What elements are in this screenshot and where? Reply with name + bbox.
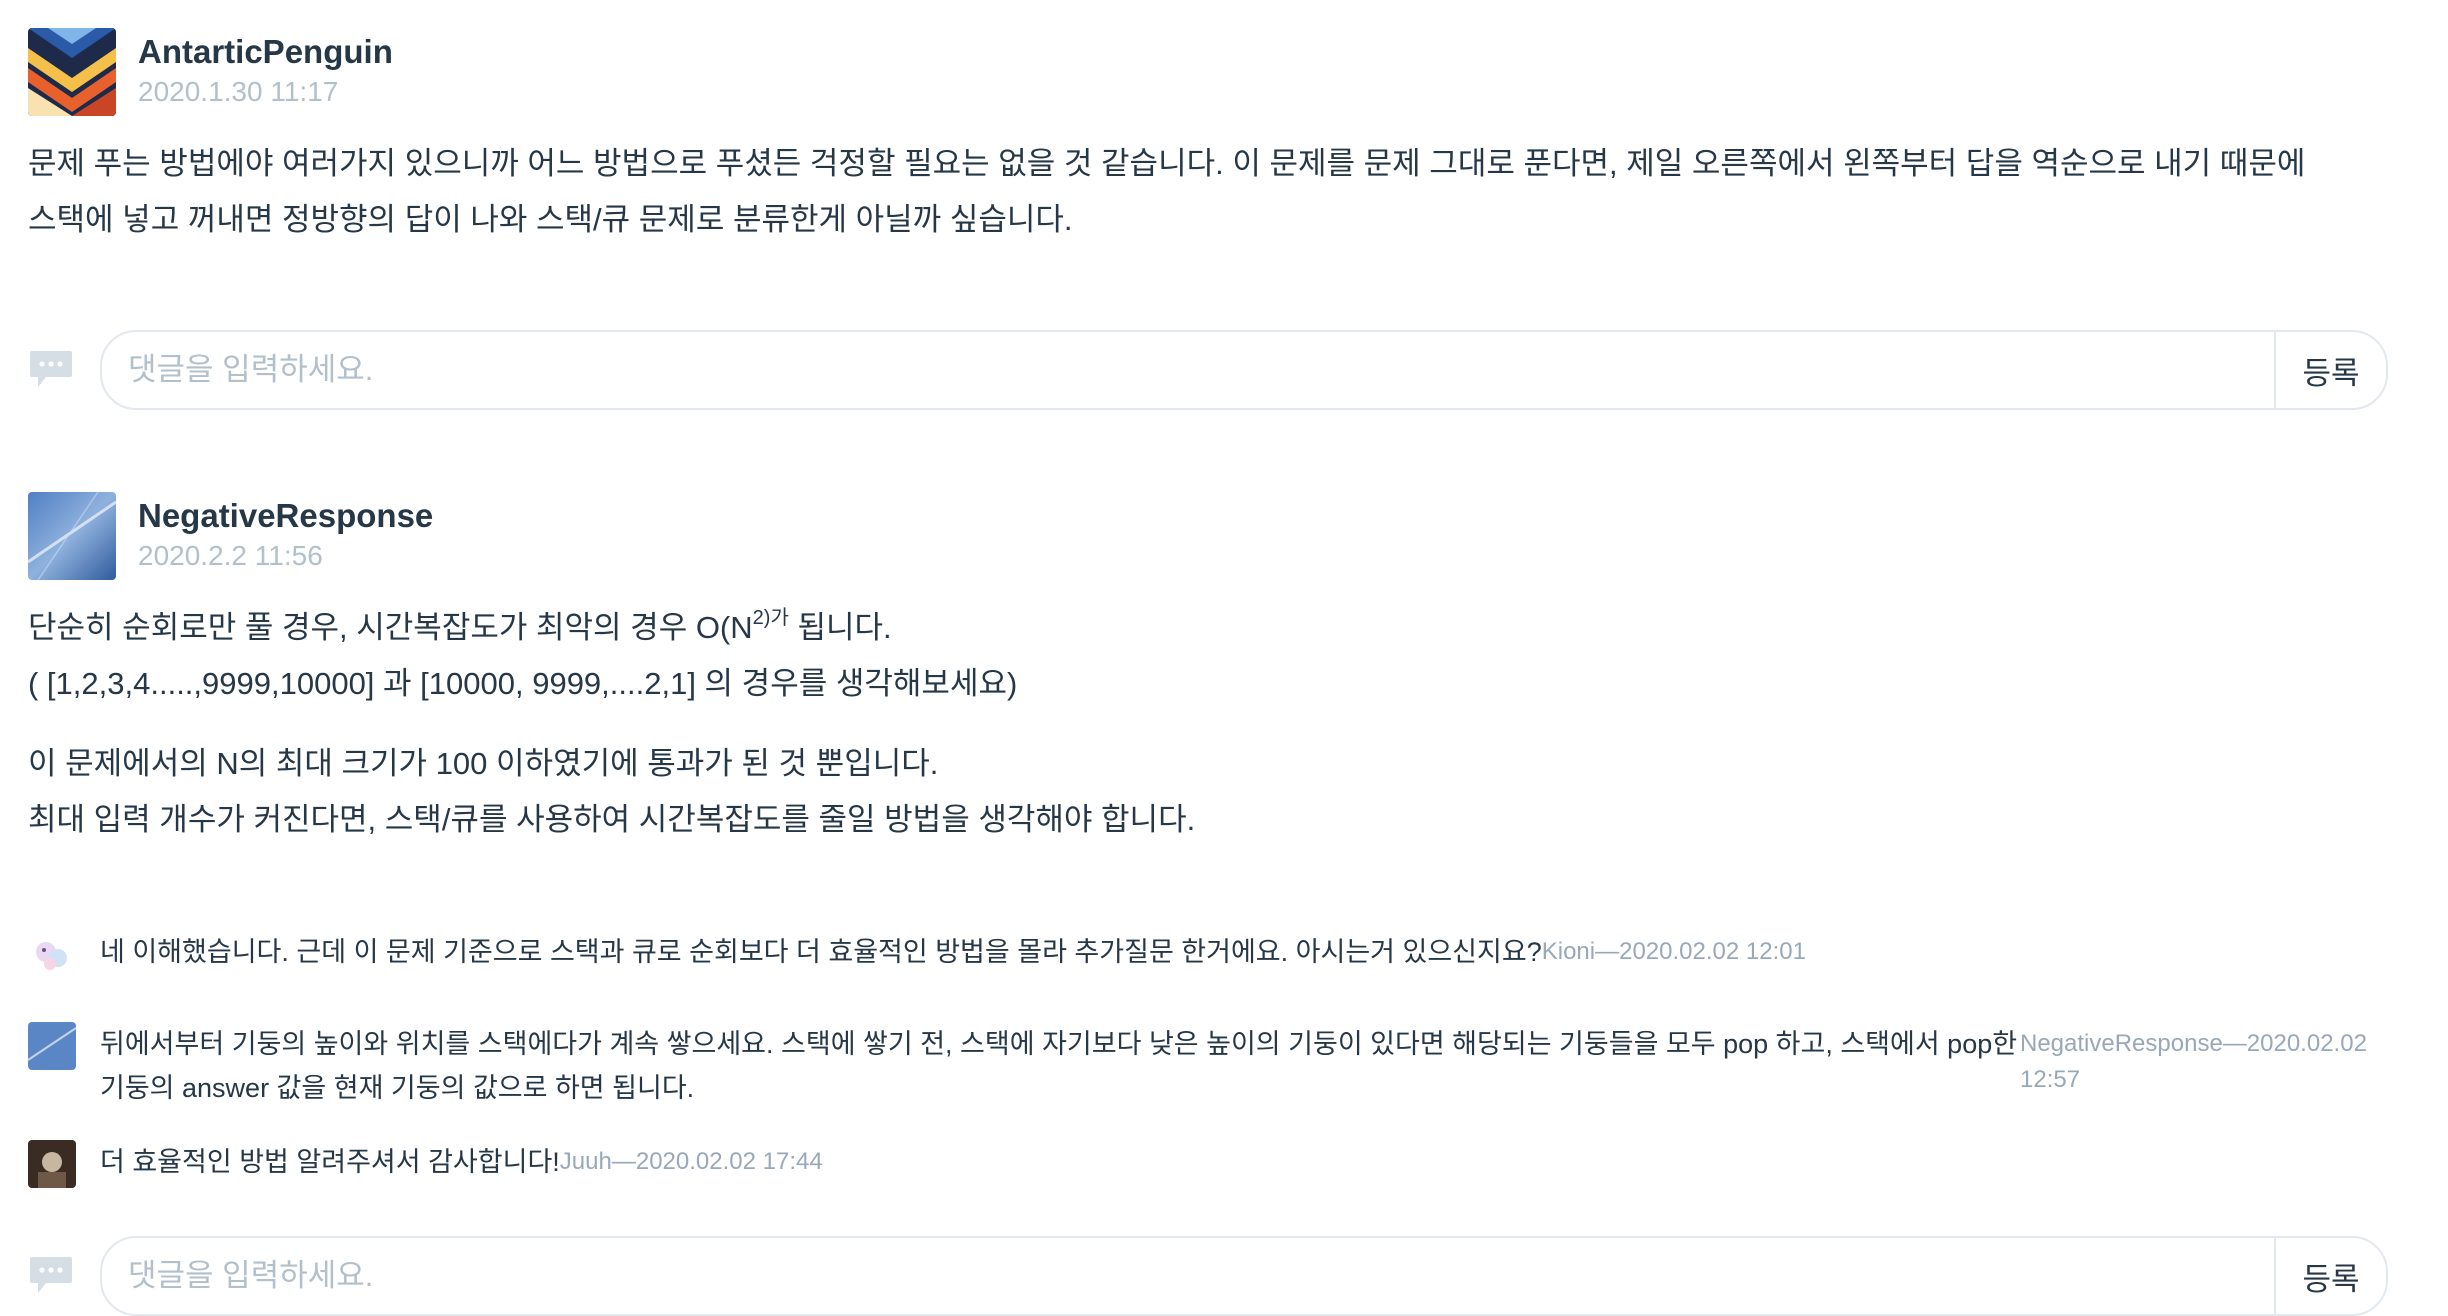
post-paragraph: ( [1,2,3,4.....,9999,10000] 과 [10000, 99… — [28, 666, 1018, 701]
comment-input-box: 등록 — [100, 1236, 2388, 1316]
post-paragraph: 문제 푸는 방법에야 여러가지 있으니까 어느 방법으로 푸셨든 걱정할 필요는… — [28, 146, 2306, 181]
comment-form: 등록 — [28, 1236, 2388, 1316]
comment-input[interactable] — [102, 352, 2274, 388]
reply-meta: Juuh—2020.02.02 17:44 — [559, 1148, 823, 1175]
post: NegativeResponse 2020.2.2 11:56 단순히 순회로만… — [28, 492, 2388, 848]
avatar[interactable] — [28, 492, 116, 580]
comment-input[interactable] — [102, 1258, 2274, 1294]
author-name[interactable]: NegativeResponse — [138, 494, 433, 538]
reply-meta: NegativeResponse—2020.02.02 12:57 — [2020, 1030, 2367, 1093]
post-paragraph: 스택에 넣고 꺼내면 정방향의 답이 나와 스택/큐 문제로 분류한게 아닐까 … — [28, 202, 1073, 237]
author-name[interactable]: AntarticPenguin — [138, 30, 393, 74]
reply-meta: Kioni—2020.02.02 12:01 — [1541, 938, 1806, 965]
post-paragraph: 최대 입력 개수가 커진다면, 스택/큐를 사용하여 시간복잡도를 줄일 방법을… — [28, 802, 1196, 837]
reply-item: 뒤에서부터 기둥의 높이와 위치를 스택에다가 계속 쌓으세요. 스택에 쌓기 … — [28, 1022, 2388, 1110]
avatar[interactable] — [28, 930, 76, 978]
comment-input-box: 등록 — [100, 330, 2388, 410]
post-date: 2020.2.2 11:56 — [138, 540, 323, 571]
avatar[interactable] — [28, 1022, 76, 1070]
reply-text: 뒤에서부터 기둥의 높이와 위치를 스택에다가 계속 쌓으세요. 스택에 쌓기 … — [100, 1029, 2018, 1103]
post-date: 2020.1.30 11:17 — [138, 76, 339, 107]
avatar[interactable] — [28, 1140, 76, 1188]
reply-text: 네 이해했습니다. 근데 이 문제 기준으로 스택과 큐로 순회보다 더 효율적… — [100, 937, 1542, 967]
reply-text: 더 효율적인 방법 알려주셔서 감사합니다! — [100, 1147, 560, 1177]
speech-bubble-icon — [28, 1255, 74, 1297]
post-body: 단순히 순회로만 풀 경우, 시간복잡도가 최악의 경우 O(N2)가 됩니다.… — [28, 600, 2388, 848]
text-segment: 됩니다. — [788, 610, 892, 645]
text-segment: 단순히 순회로만 풀 경우, 시간복잡도가 최악의 경우 O(N — [28, 610, 753, 645]
submit-comment-button[interactable]: 등록 — [2274, 1238, 2386, 1314]
post-body: 문제 푸는 방법에야 여러가지 있으니까 어느 방법으로 푸셨든 걱정할 필요는… — [28, 136, 2388, 248]
comment-form: 등록 — [28, 330, 2388, 410]
post: AntarticPenguin 2020.1.30 11:17 문제 푸는 방법… — [28, 28, 2388, 248]
avatar[interactable] — [28, 28, 116, 116]
submit-comment-button[interactable]: 등록 — [2274, 332, 2386, 408]
reply-list: 네 이해했습니다. 근데 이 문제 기준으로 스택과 큐로 순회보다 더 효율적… — [28, 930, 2388, 1188]
post-header: NegativeResponse 2020.2.2 11:56 — [28, 492, 2388, 580]
superscript: 2)가 — [752, 607, 789, 629]
post-header: AntarticPenguin 2020.1.30 11:17 — [28, 28, 2388, 116]
reply-item: 더 효율적인 방법 알려주셔서 감사합니다! Juuh—2020.02.02 1… — [28, 1140, 2388, 1188]
reply-item: 네 이해했습니다. 근데 이 문제 기준으로 스택과 큐로 순회보다 더 효율적… — [28, 930, 2388, 978]
post-paragraph: 이 문제에서의 N의 최대 크기가 100 이하였기에 통과가 된 것 뿐입니다… — [28, 746, 939, 781]
post-paragraph: 단순히 순회로만 풀 경우, 시간복잡도가 최악의 경우 O(N2)가 됩니다. — [28, 600, 2388, 656]
comment-thread: AntarticPenguin 2020.1.30 11:17 문제 푸는 방법… — [0, 0, 2448, 1316]
speech-bubble-icon — [28, 349, 74, 391]
